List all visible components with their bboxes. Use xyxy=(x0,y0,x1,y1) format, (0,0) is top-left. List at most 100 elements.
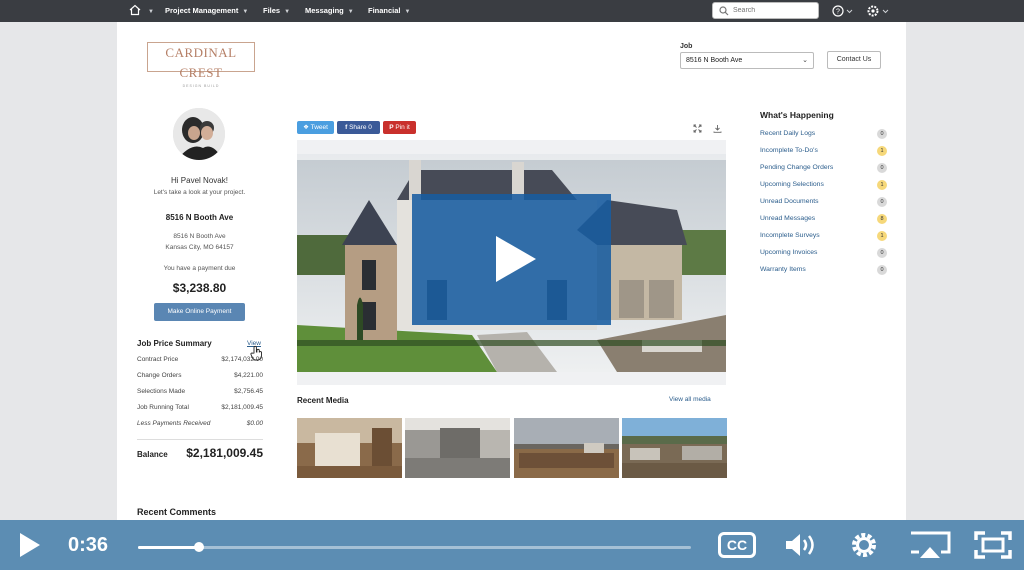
job-label: Job xyxy=(680,43,693,50)
chevron-down-icon: ▼ xyxy=(347,9,354,15)
media-thumbnail[interactable] xyxy=(622,418,727,478)
count-badge: 8 xyxy=(877,214,887,224)
seek-handle[interactable] xyxy=(193,542,204,552)
seek-bar[interactable] xyxy=(138,546,691,549)
count-badge: 1 xyxy=(877,180,887,190)
media-thumbnail[interactable] xyxy=(514,418,619,478)
job-price-row-contract: Contract Price $2,174,032.00 xyxy=(137,356,263,363)
wh-item-daily-logs[interactable]: Recent Daily Logs 0 xyxy=(760,129,887,139)
help-icon[interactable]: ? xyxy=(832,4,854,18)
facebook-share-button[interactable]: f Share 0 xyxy=(337,121,380,134)
job-price-row-change-orders: Change Orders $4,221.00 xyxy=(137,372,263,379)
logo-line1: CARDINAL CREST xyxy=(165,45,237,80)
nav-label: Project Management xyxy=(165,6,239,15)
contact-us-button[interactable]: Contact Us xyxy=(827,51,881,69)
wh-label: Incomplete Surveys xyxy=(760,232,820,239)
nav-label: Files xyxy=(263,6,281,15)
volume-icon[interactable] xyxy=(783,530,819,560)
chevron-down-icon: ▼ xyxy=(404,9,411,15)
row-value: $2,174,032.00 xyxy=(221,356,263,363)
search-input[interactable] xyxy=(733,4,815,17)
video-play-overlay[interactable] xyxy=(412,194,611,325)
job-price-summary-title: Job Price Summary xyxy=(137,339,212,348)
wh-item-todos[interactable]: Incomplete To-Do's 1 xyxy=(760,146,887,156)
tweet-label: Tweet xyxy=(310,124,328,131)
media-photo xyxy=(514,418,619,478)
home-icon[interactable] xyxy=(129,4,141,16)
nav-label: Financial xyxy=(368,6,401,15)
nav-messaging[interactable]: Messaging ▼ xyxy=(305,0,354,22)
wh-label: Recent Daily Logs xyxy=(760,130,816,137)
wh-label: Warranty Items xyxy=(760,266,806,273)
current-time: 0:36 xyxy=(68,534,109,556)
facebook-share-label: Share 0 xyxy=(349,124,372,131)
top-nav: ▼ Project Management ▼ Files ▼ Messaging ▼ … xyxy=(0,0,1024,22)
avatar xyxy=(173,108,225,160)
wh-label: Unread Documents xyxy=(760,198,819,205)
divider xyxy=(137,439,263,440)
home-chevron-icon[interactable]: ▼ xyxy=(144,0,154,22)
tweet-button[interactable]: ❖ Tweet xyxy=(297,121,334,134)
download-icon[interactable] xyxy=(713,124,722,133)
video-player-controls: 0:36 CC xyxy=(0,520,1024,570)
address-line1: 8516 N Booth Ave xyxy=(173,233,226,240)
count-badge: 1 xyxy=(877,146,887,156)
row-value: $0.00 xyxy=(246,420,263,427)
media-photo xyxy=(405,418,510,478)
nav-financial[interactable]: Financial ▼ xyxy=(368,0,410,22)
twitter-icon: ❖ xyxy=(303,124,309,131)
row-label: Change Orders xyxy=(137,372,182,379)
seek-progress xyxy=(138,546,199,549)
make-online-payment-button[interactable]: Make Online Payment xyxy=(154,303,245,321)
gear-icon[interactable] xyxy=(867,4,891,18)
job-price-row-running-total: Job Running Total $2,181,009.45 xyxy=(137,404,263,411)
row-label: Contract Price xyxy=(137,356,179,363)
wh-label: Pending Change Orders xyxy=(760,164,834,171)
job-select[interactable]: 8516 N Booth Ave ⌄ xyxy=(680,52,814,69)
nav-label: Messaging xyxy=(305,6,344,15)
recent-media-title: Recent Media xyxy=(297,396,349,405)
svg-text:?: ? xyxy=(836,9,840,16)
settings-gear-icon[interactable] xyxy=(848,530,880,560)
wh-item-warranty[interactable]: Warranty Items 0 xyxy=(760,265,887,275)
wh-label: Incomplete To-Do's xyxy=(760,147,818,154)
row-value: $2,181,009.45 xyxy=(221,404,263,411)
facebook-icon: f xyxy=(345,124,348,131)
wh-label: Upcoming Selections xyxy=(760,181,824,188)
airplay-icon[interactable] xyxy=(908,530,952,560)
wh-label: Upcoming Invoices xyxy=(760,249,818,256)
pin-it-button[interactable]: P Pin it xyxy=(383,121,416,134)
search-box[interactable] xyxy=(712,2,819,19)
wh-item-documents[interactable]: Unread Documents 0 xyxy=(760,197,887,207)
count-badge: 1 xyxy=(877,231,887,241)
payment-due-amount: $3,238.80 xyxy=(172,281,227,295)
wh-label: Unread Messages xyxy=(760,215,816,222)
row-value: $2,756.45 xyxy=(234,388,263,395)
fullscreen-icon[interactable] xyxy=(973,530,1013,560)
address-line2: Kansas City, MO 64157 xyxy=(165,244,234,251)
captions-button[interactable]: CC xyxy=(718,532,756,558)
wh-item-invoices[interactable]: Upcoming Invoices 0 xyxy=(760,248,887,258)
count-badge: 0 xyxy=(877,248,887,258)
count-badge: 0 xyxy=(877,197,887,207)
play-button[interactable] xyxy=(20,533,40,557)
greeting-subtext: Let's take a look at your project. xyxy=(153,189,246,196)
play-icon xyxy=(496,236,536,282)
balance-label: Balance xyxy=(137,450,168,459)
media-thumbnail[interactable] xyxy=(297,418,402,478)
chevron-down-icon: ▼ xyxy=(284,9,291,15)
wh-item-surveys[interactable]: Incomplete Surveys 1 xyxy=(760,231,887,241)
nav-project-management[interactable]: Project Management ▼ xyxy=(165,0,248,22)
nav-files[interactable]: Files ▼ xyxy=(263,0,290,22)
whats-happening-title: What's Happening xyxy=(760,110,834,120)
media-thumbnail[interactable] xyxy=(405,418,510,478)
chevron-down-icon: ▼ xyxy=(242,9,249,15)
expand-icon[interactable] xyxy=(693,124,702,133)
view-all-media-link[interactable]: View all media xyxy=(669,396,711,403)
row-value: $4,221.00 xyxy=(234,372,263,379)
job-price-row-payments: Less Payments Received $0.00 xyxy=(137,420,263,427)
wh-item-messages[interactable]: Unread Messages 8 xyxy=(760,214,887,224)
wh-item-selections[interactable]: Upcoming Selections 1 xyxy=(760,180,887,190)
wh-item-change-orders[interactable]: Pending Change Orders 0 xyxy=(760,163,887,173)
row-label: Less Payments Received xyxy=(137,420,211,427)
